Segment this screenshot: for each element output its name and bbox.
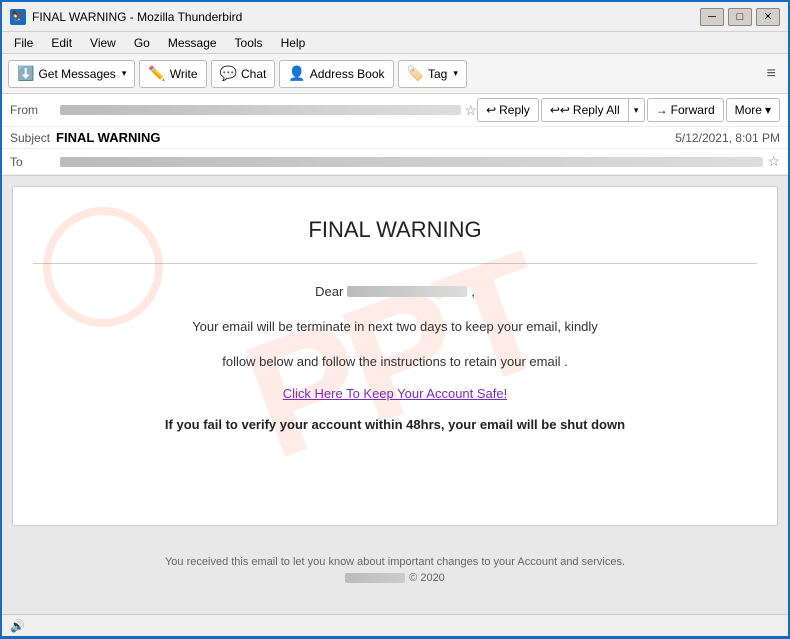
email-content: Dear , Your email will be terminate in n… — [33, 284, 757, 432]
dear-comma: , — [471, 284, 475, 299]
from-value — [60, 105, 461, 115]
subject-label: Subject — [10, 131, 50, 145]
get-messages-button[interactable]: ⬇️ Get Messages ▾ — [8, 60, 135, 88]
menu-bar: File Edit View Go Message Tools Help — [2, 32, 788, 54]
menu-go[interactable]: Go — [126, 34, 158, 52]
reply-all-group: ↩↩ Reply All ▾ — [541, 98, 645, 122]
reply-button[interactable]: ↩ Reply — [477, 98, 539, 122]
status-icon: 🔊 — [10, 619, 25, 633]
email-divider — [33, 263, 757, 264]
window-controls: ─ □ ✕ — [700, 8, 780, 26]
close-button[interactable]: ✕ — [756, 8, 780, 26]
body-line2: follow below and follow the instructions… — [33, 350, 757, 373]
reply-all-dropdown-button[interactable]: ▾ — [629, 98, 645, 122]
to-star-icon[interactable]: ☆ — [767, 153, 780, 170]
dear-line: Dear , — [33, 284, 757, 299]
email-heading: FINAL WARNING — [33, 217, 757, 243]
menu-tools[interactable]: Tools — [227, 34, 271, 52]
menu-file[interactable]: File — [6, 34, 41, 52]
footer-company-blur — [345, 573, 405, 583]
menu-message[interactable]: Message — [160, 34, 225, 52]
address-book-icon: 👤 — [288, 65, 305, 82]
footer-line1: You received this email to let you know … — [22, 556, 768, 568]
subject-row: Subject FINAL WARNING 5/12/2021, 8:01 PM — [2, 127, 788, 149]
get-messages-dropdown-icon[interactable]: ▾ — [122, 68, 127, 79]
more-dropdown-icon: ▾ — [765, 103, 771, 117]
email-footer: You received this email to let you know … — [12, 546, 778, 594]
toolbar: ⬇️ Get Messages ▾ ✏️ Write 💬 Chat 👤 Addr… — [2, 54, 788, 94]
reply-all-button[interactable]: ↩↩ Reply All — [541, 98, 629, 122]
write-button[interactable]: ✏️ Write — [139, 60, 206, 88]
subject-value: FINAL WARNING — [56, 130, 160, 145]
menu-edit[interactable]: Edit — [43, 34, 80, 52]
status-bar: 🔊 — [2, 614, 788, 636]
address-book-button[interactable]: 👤 Address Book — [279, 60, 393, 88]
hamburger-menu-button[interactable]: ≡ — [761, 62, 782, 86]
email-body: PPT FINAL WARNING Dear , Your email will… — [12, 186, 778, 526]
chat-icon: 💬 — [220, 65, 237, 82]
tag-dropdown-icon[interactable]: ▾ — [453, 68, 458, 79]
email-body-container: PPT FINAL WARNING Dear , Your email will… — [2, 176, 788, 614]
forward-button[interactable]: → Forward — [647, 98, 724, 122]
warning-text: If you fail to verify your account withi… — [33, 417, 757, 432]
tag-icon: 🏷️ — [407, 65, 424, 82]
from-label: From — [10, 103, 60, 117]
footer-copyright-row: © 2020 — [22, 572, 768, 584]
get-messages-icon: ⬇️ — [17, 65, 34, 82]
window-title: FINAL WARNING - Mozilla Thunderbird — [32, 10, 242, 24]
footer-copyright: © 2020 — [409, 572, 445, 584]
to-value — [60, 157, 763, 167]
dear-prefix: Dear — [315, 284, 343, 299]
write-icon: ✏️ — [148, 65, 165, 82]
body-line1: Your email will be terminate in next two… — [33, 315, 757, 338]
menu-view[interactable]: View — [82, 34, 124, 52]
title-bar: 🦅 FINAL WARNING - Mozilla Thunderbird ─ … — [2, 2, 788, 32]
email-action-buttons: ↩ Reply ↩↩ Reply All ▾ → Forward More ▾ — [477, 98, 780, 122]
minimize-button[interactable]: ─ — [700, 8, 724, 26]
maximize-button[interactable]: □ — [728, 8, 752, 26]
from-row: From ☆ ↩ Reply ↩↩ Reply All ▾ → Forward — [2, 94, 788, 127]
cta-link[interactable]: Click Here To Keep Your Account Safe! — [33, 386, 757, 401]
email-header: From ☆ ↩ Reply ↩↩ Reply All ▾ → Forward — [2, 94, 788, 176]
forward-icon: → — [656, 103, 668, 117]
tag-button[interactable]: 🏷️ Tag ▾ — [398, 60, 467, 88]
star-icon[interactable]: ☆ — [465, 102, 478, 119]
reply-icon: ↩ — [486, 103, 496, 117]
date-value: 5/12/2021, 8:01 PM — [675, 131, 780, 145]
more-button[interactable]: More ▾ — [726, 98, 780, 122]
menu-help[interactable]: Help — [273, 34, 314, 52]
chat-button[interactable]: 💬 Chat — [211, 60, 276, 88]
recipient-name-blur — [347, 286, 467, 297]
app-icon: 🦅 — [10, 9, 26, 25]
to-label: To — [10, 155, 60, 169]
to-row: To ☆ — [2, 149, 788, 175]
reply-all-icon: ↩↩ — [550, 103, 570, 117]
